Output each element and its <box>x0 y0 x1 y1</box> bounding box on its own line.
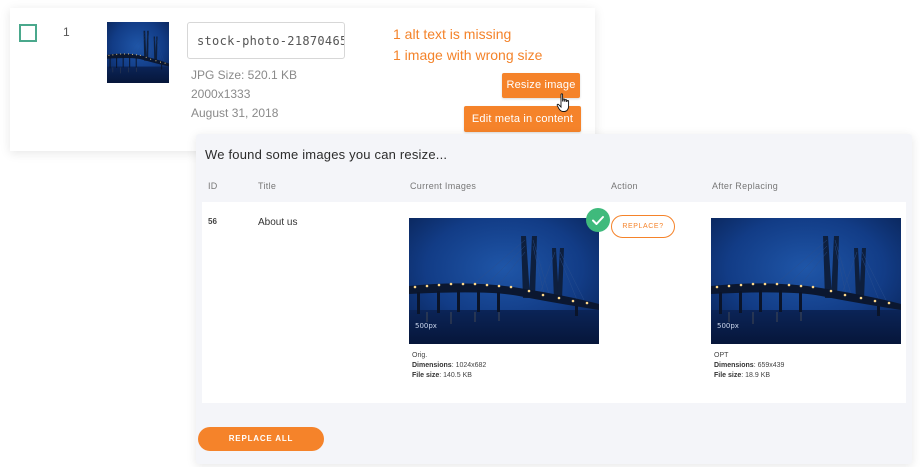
current-filesize-label: File size <box>412 372 440 379</box>
date-text: August 31, 2018 <box>191 106 279 120</box>
row-id-cell: 56 <box>208 217 217 226</box>
optimized-filesize-value: 18.9 KB <box>745 372 771 379</box>
hand-cursor-icon <box>556 93 570 112</box>
optimized-dimensions-value: 659x439 <box>757 362 785 369</box>
watermark-label: 500px <box>415 322 437 330</box>
current-version-label: Orig. <box>412 352 428 359</box>
column-header-title: Title <box>258 181 277 191</box>
row-id: 1 <box>63 25 70 39</box>
optimized-dimensions-label: Dimensions <box>714 362 754 369</box>
dimensions-text: 2000x1333 <box>191 87 251 101</box>
media-row-card: 1 stock-photo-21870465 JPG Size: 520.1 K… <box>10 8 595 151</box>
current-filesize-value: 140.5 KB <box>443 372 472 379</box>
current-dimensions-value: 1024x682 <box>455 362 487 369</box>
current-image: 500px <box>409 218 599 344</box>
row-checkbox[interactable] <box>19 24 37 42</box>
panel-title: We found some images you can resize... <box>205 147 448 162</box>
optimized-image: 500px <box>711 218 901 344</box>
optimized-filesize-label: File size <box>714 372 742 379</box>
current-image-info: Orig. Dimensions: 1024x682 File size: 14… <box>412 352 487 379</box>
optimized-version-label: OPT <box>714 352 729 359</box>
resize-panel: We found some images you can resize... I… <box>196 134 912 464</box>
column-header-current-images: Current Images <box>410 181 477 191</box>
check-icon <box>586 208 610 232</box>
column-header-after-replacing: After Replacing <box>712 181 779 191</box>
current-dimensions-label: Dimensions <box>412 362 452 369</box>
row-title-cell: About us <box>258 217 298 228</box>
image-thumbnail[interactable] <box>107 22 169 83</box>
wrong-size-warning: 1 image with wrong size <box>393 47 543 63</box>
column-header-id: ID <box>208 181 218 191</box>
column-header-action: Action <box>611 181 638 191</box>
filename-input[interactable]: stock-photo-21870465 <box>187 22 345 59</box>
table-row: 56 About us 500px Orig. Dimensions: 1024… <box>202 202 906 403</box>
file-size-text: JPG Size: 520.1 KB <box>191 68 298 82</box>
optimized-image-info: OPT Dimensions: 659x439 File size: 18.9 … <box>714 352 785 379</box>
watermark-label: 500px <box>717 322 739 330</box>
replace-button[interactable]: REPLACE? <box>611 215 675 238</box>
alt-missing-warning: 1 alt text is missing <box>393 26 512 42</box>
replace-all-button[interactable]: REPLACE ALL <box>198 427 324 451</box>
